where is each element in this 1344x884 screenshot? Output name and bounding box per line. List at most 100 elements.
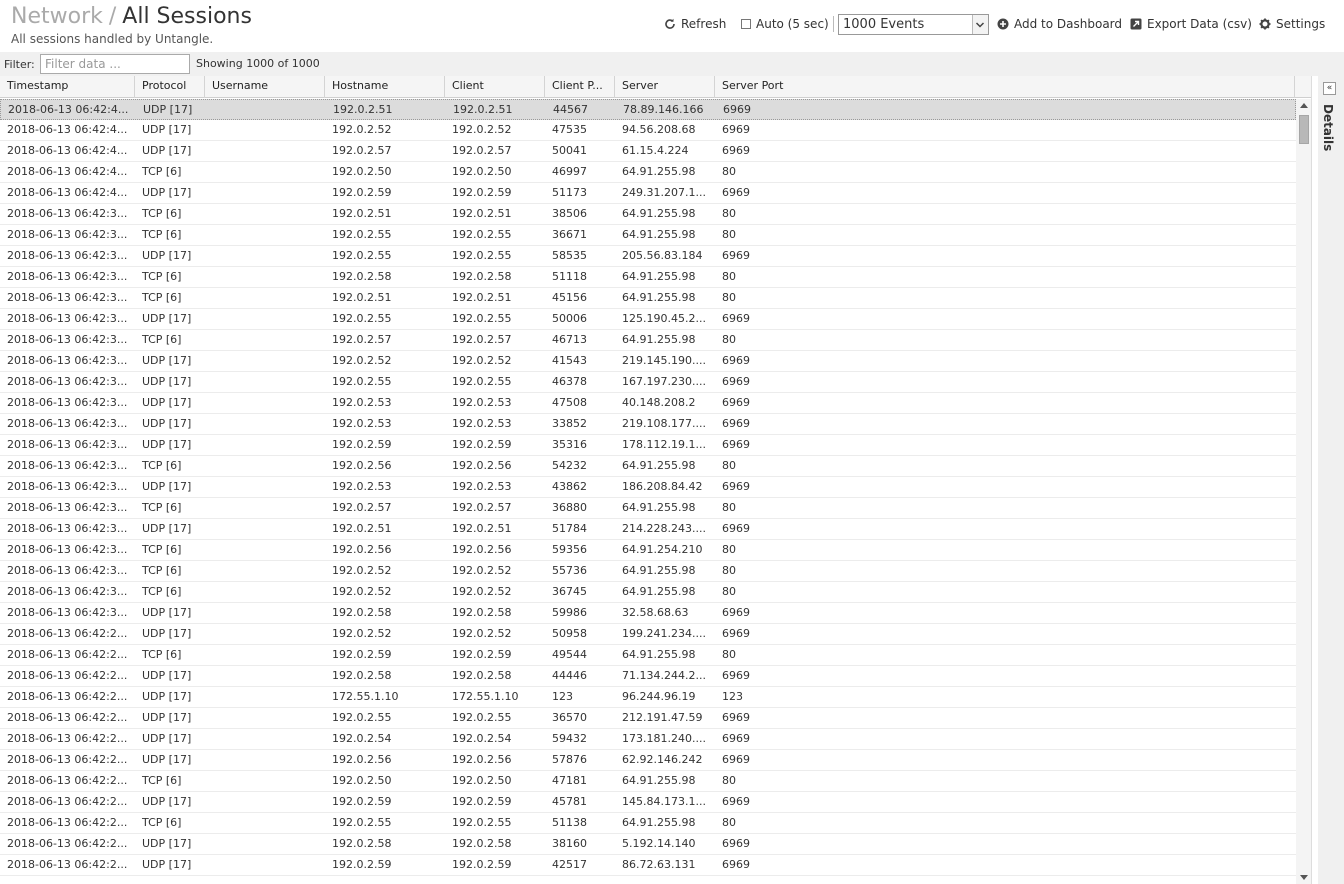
column-header-timestamp[interactable]: Timestamp [0,76,135,98]
breadcrumb-network[interactable]: Network [11,4,103,29]
auto-refresh-checkbox[interactable]: Auto (5 sec) [741,14,829,34]
vertical-scrollbar[interactable] [1296,99,1311,884]
cell-client: 192.0.2.57 [452,333,512,346]
cell-server-port: 6969 [722,795,750,808]
table-row[interactable]: 2018-06-13 06:42:3... UDP [17] 192.0.2.59 1… [0,435,1296,456]
table-row[interactable]: 2018-06-13 06:42:3... TCP [6] 192.0.2.52 19… [0,582,1296,603]
table-row[interactable]: 2018-06-13 06:42:3... TCP [6] 192.0.2.57 19… [0,330,1296,351]
table-row[interactable]: 2018-06-13 06:42:3... UDP [17] 192.0.2.53 1… [0,477,1296,498]
cell-client: 192.0.2.51 [452,207,512,220]
cell-hostname: 192.0.2.59 [332,858,392,871]
details-panel-label[interactable]: Details [1321,104,1335,151]
table-row[interactable]: 2018-06-13 06:42:3... TCP [6] 192.0.2.56 19… [0,540,1296,561]
table-row[interactable]: 2018-06-13 06:42:3... TCP [6] 192.0.2.56 19… [0,456,1296,477]
cell-username [205,519,325,539]
grid-body[interactable]: 2018-06-13 06:42:4... UDP [17] 192.0.2.51 1… [0,99,1296,884]
cell-username [205,729,325,749]
column-header-server-port[interactable]: Server Port [715,76,1295,98]
cell-server: 40.148.208.2 [622,396,696,409]
cell-server: 167.197.230.... [622,375,706,388]
table-row[interactable]: 2018-06-13 06:42:4... UDP [17] 192.0.2.51 1… [0,99,1296,120]
cell-timestamp: 2018-06-13 06:42:4... [8,103,129,116]
table-row[interactable]: 2018-06-13 06:42:2... UDP [17] 192.0.2.52 1… [0,624,1296,645]
table-row[interactable]: 2018-06-13 06:42:2... UDP [17] 192.0.2.59 1… [0,855,1296,876]
cell-server: 64.91.255.98 [622,564,696,577]
table-row[interactable]: 2018-06-13 06:42:3... TCP [6] 192.0.2.51 19… [0,288,1296,309]
export-data-button[interactable]: Export Data (csv) [1130,14,1252,34]
scroll-down-arrow-icon[interactable] [1300,875,1308,880]
cell-protocol: UDP [17] [142,123,192,136]
cell-username [205,498,325,518]
cell-client-port: 50958 [552,627,587,640]
events-count-select[interactable]: 1000 Events [838,14,989,35]
cell-protocol: TCP [6] [142,648,182,661]
table-row[interactable]: 2018-06-13 06:42:3... TCP [6] 192.0.2.57 19… [0,498,1296,519]
table-row[interactable]: 2018-06-13 06:42:2... TCP [6] 192.0.2.59 19… [0,645,1296,666]
cell-client-port: 55736 [552,564,587,577]
table-row[interactable]: 2018-06-13 06:42:3... TCP [6] 192.0.2.58 19… [0,267,1296,288]
column-header-protocol[interactable]: Protocol [135,76,205,98]
table-row[interactable]: 2018-06-13 06:42:2... UDP [17] 192.0.2.54 1… [0,729,1296,750]
cell-server-port: 80 [722,228,736,241]
cell-client: 192.0.2.59 [452,648,512,661]
cell-username [205,267,325,287]
cell-client-port: 46997 [552,165,587,178]
table-row[interactable]: 2018-06-13 06:42:2... UDP [17] 192.0.2.59 1… [0,792,1296,813]
table-row[interactable]: 2018-06-13 06:42:3... UDP [17] 192.0.2.53 1… [0,414,1296,435]
column-header-client[interactable]: Client [445,76,545,98]
table-row[interactable]: 2018-06-13 06:42:3... UDP [17] 192.0.2.55 1… [0,372,1296,393]
column-header-username[interactable]: Username [205,76,325,98]
cell-server-port: 6969 [722,858,750,871]
cell-username [205,540,325,560]
table-row[interactable]: 2018-06-13 06:42:3... TCP [6] 192.0.2.52 19… [0,561,1296,582]
table-row[interactable]: 2018-06-13 06:42:2... UDP [17] 192.0.2.58 1… [0,834,1296,855]
cell-client: 192.0.2.54 [452,732,512,745]
table-row[interactable]: 2018-06-13 06:42:3... UDP [17] 192.0.2.55 1… [0,246,1296,267]
table-row[interactable]: 2018-06-13 06:42:4... TCP [6] 192.0.2.50 19… [0,162,1296,183]
dropdown-arrow[interactable] [972,15,988,34]
column-header-hostname[interactable]: Hostname [325,76,445,98]
auto-checkbox-box[interactable] [741,19,751,29]
gear-icon [1259,18,1271,30]
table-row[interactable]: 2018-06-13 06:42:3... UDP [17] 192.0.2.51 1… [0,519,1296,540]
table-row[interactable]: 2018-06-13 06:42:3... UDP [17] 192.0.2.53 1… [0,393,1296,414]
table-row[interactable]: 2018-06-13 06:42:2... UDP [17] 192.0.2.56 1… [0,750,1296,771]
table-row[interactable]: 2018-06-13 06:42:2... TCP [6] 192.0.2.50 19… [0,771,1296,792]
cell-username [205,645,325,665]
table-row[interactable]: 2018-06-13 06:42:4... UDP [17] 192.0.2.59 1… [0,183,1296,204]
double-chevron-left-icon[interactable]: « [1323,82,1336,95]
table-row[interactable]: 2018-06-13 06:42:3... UDP [17] 192.0.2.55 1… [0,309,1296,330]
cell-timestamp: 2018-06-13 06:42:2... [7,816,128,829]
settings-button[interactable]: Settings [1259,14,1325,34]
cell-server: 125.190.45.2... [622,312,706,325]
details-panel[interactable]: « Details [1318,76,1344,884]
filter-input[interactable] [40,54,190,74]
cell-client: 192.0.2.52 [452,585,512,598]
column-header-server[interactable]: Server [615,76,715,98]
table-row[interactable]: 2018-06-13 06:42:3... TCP [6] 192.0.2.51 19… [0,204,1296,225]
table-row[interactable]: 2018-06-13 06:42:2... UDP [17] 192.0.2.58 1… [0,666,1296,687]
page-subtitle: All sessions handled by Untangle. [11,32,214,46]
table-row[interactable]: 2018-06-13 06:42:2... TCP [6] 192.0.2.55 19… [0,813,1296,834]
cell-timestamp: 2018-06-13 06:42:2... [7,648,128,661]
cell-server: 78.89.146.166 [623,103,704,116]
cell-protocol: UDP [17] [142,417,192,430]
table-row[interactable]: 2018-06-13 06:42:2... UDP [17] 172.55.1.10… [0,687,1296,708]
refresh-button[interactable]: Refresh [664,14,726,34]
cell-client-port: 46378 [552,375,587,388]
cell-timestamp: 2018-06-13 06:42:3... [7,438,128,451]
cell-server: 64.91.255.98 [622,648,696,661]
scroll-thumb[interactable] [1299,115,1309,144]
table-row[interactable]: 2018-06-13 06:42:4... UDP [17] 192.0.2.52 1… [0,120,1296,141]
cell-timestamp: 2018-06-13 06:42:3... [7,270,128,283]
column-header-client-port[interactable]: Client P... [545,76,615,98]
table-row[interactable]: 2018-06-13 06:42:3... UDP [17] 192.0.2.58 1… [0,603,1296,624]
add-to-dashboard-button[interactable]: Add to Dashboard [997,14,1122,34]
table-row[interactable]: 2018-06-13 06:42:3... TCP [6] 192.0.2.55 19… [0,225,1296,246]
cell-server-port: 6969 [722,186,750,199]
table-row[interactable]: 2018-06-13 06:42:3... UDP [17] 192.0.2.52 1… [0,351,1296,372]
scroll-up-arrow-icon[interactable] [1300,103,1308,108]
table-row[interactable]: 2018-06-13 06:42:4... UDP [17] 192.0.2.57 1… [0,141,1296,162]
table-row[interactable]: 2018-06-13 06:42:2... UDP [17] 192.0.2.55 1… [0,708,1296,729]
cell-client: 192.0.2.55 [452,249,512,262]
